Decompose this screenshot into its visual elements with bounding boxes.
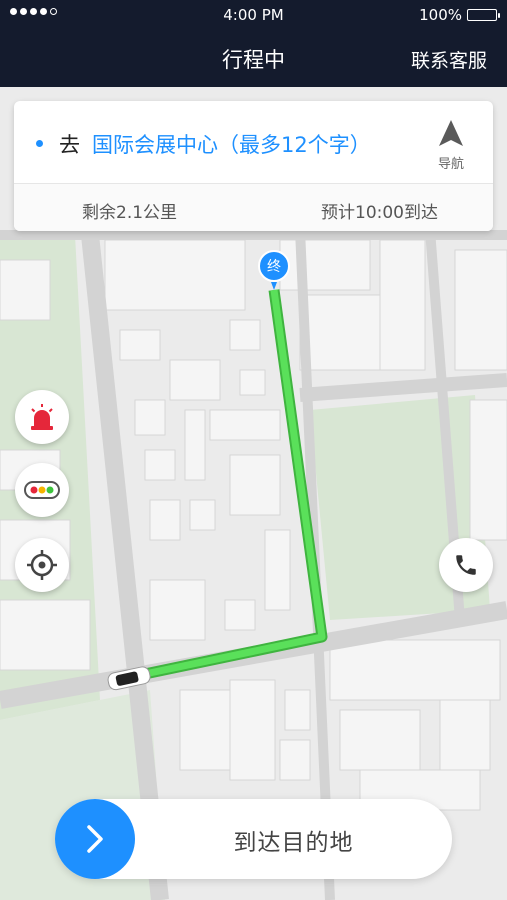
top-bar: 4:00 PM 100% 行程中 联系客服 — [0, 0, 507, 87]
eta-text: 预计10:00到达 — [321, 203, 438, 223]
bullet-dot — [36, 140, 43, 147]
destination-card: 去 国际会展中心（最多12个字） 导航 剩余2.1公里 预计10:00到达 — [14, 101, 493, 231]
traffic-button[interactable] — [15, 463, 69, 517]
navigation-label: 导航 — [437, 157, 464, 172]
locate-icon — [27, 550, 57, 580]
destination-name[interactable]: 国际会展中心（最多12个字） — [92, 129, 371, 159]
contact-support-button[interactable]: 联系客服 — [411, 46, 487, 73]
trip-info-row: 剩余2.1公里 预计10:00到达 — [14, 184, 493, 231]
battery-icon — [467, 9, 500, 21]
call-button[interactable] — [439, 538, 493, 592]
slider-label: 到达目的地 — [233, 830, 354, 856]
battery-percent: 100% — [419, 6, 462, 24]
destination-row[interactable]: 去 国际会展中心（最多12个字） 导航 — [14, 101, 493, 183]
emergency-button[interactable] — [15, 390, 69, 444]
end-marker-label: 终 — [258, 250, 290, 282]
phone-icon — [456, 555, 476, 575]
arrive-slider[interactable]: 到达目的地 — [55, 799, 452, 879]
slider-knob[interactable] — [55, 799, 135, 879]
end-marker: 终 — [258, 250, 290, 294]
remaining-distance: 剩余2.1公里 — [82, 203, 178, 223]
destination-prefix: 去 — [59, 133, 80, 157]
locate-button[interactable] — [15, 538, 69, 592]
alarm-light-icon — [31, 404, 53, 430]
chevron-right-icon — [87, 825, 103, 853]
battery-indicator: 100% — [419, 6, 500, 24]
navigation-arrow-icon — [439, 120, 463, 146]
status-bar: 4:00 PM 100% — [0, 0, 507, 30]
traffic-light-icon — [24, 481, 60, 499]
navigation-button[interactable]: 导航 — [429, 119, 473, 172]
